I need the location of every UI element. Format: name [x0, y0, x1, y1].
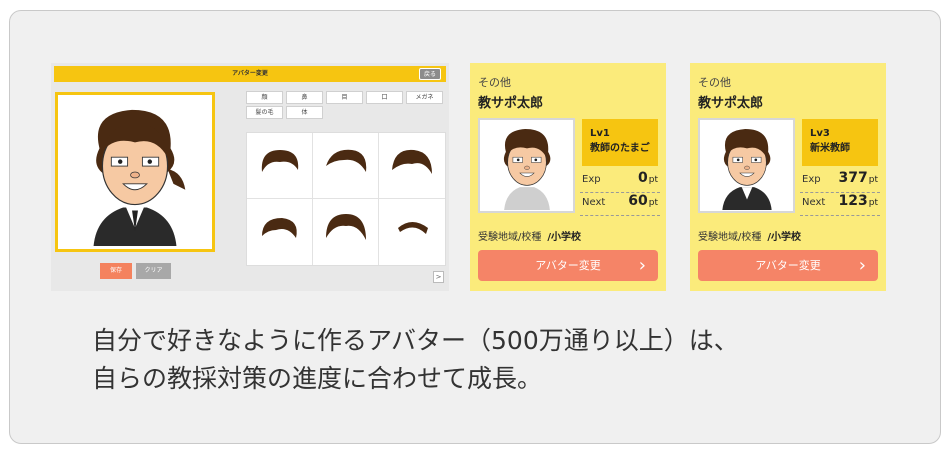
profile-category: その他: [478, 76, 511, 89]
avatar-casual-image: [503, 129, 551, 210]
exp-value: 377: [838, 170, 868, 186]
hair-grid-next-button[interactable]: >: [433, 271, 444, 283]
hair-style-icon: [398, 222, 428, 234]
change-avatar-label: アバター変更: [755, 259, 821, 272]
exp-stat: Exp 0pt: [580, 169, 660, 191]
avatar-preview: [55, 92, 215, 252]
clear-button[interactable]: クリア: [136, 263, 171, 279]
hair-option[interactable]: [247, 199, 313, 265]
chevron-right-icon: ›: [638, 255, 646, 276]
region-value: /小学校: [767, 232, 802, 243]
hair-option[interactable]: [247, 133, 313, 199]
region-info: 受験地域/校種/小学校: [698, 228, 801, 243]
caption-line-1: 自分で好きなように作るアバター（500万通り以上）は、: [92, 326, 739, 355]
next-stat: Next 123pt: [800, 192, 880, 214]
tab-hair[interactable]: 髪の毛: [246, 106, 283, 119]
exp-unit: pt: [648, 175, 658, 185]
hair-style-icon: [262, 218, 297, 238]
profile-name: 教サポ太郎: [478, 96, 544, 111]
next-label: Next: [802, 197, 826, 208]
hair-style-icon: [326, 149, 367, 172]
tab-glasses[interactable]: メガネ: [406, 91, 443, 104]
region-label: 受験地域/校種: [478, 232, 542, 243]
hair-style-icon: [326, 214, 366, 240]
next-value: 123: [838, 193, 868, 209]
hair-option[interactable]: [379, 133, 445, 199]
stat-divider: [800, 215, 880, 216]
profile-card-lv3: その他 教サポ太郎 Lv3 新米教師 Exp 377pt Next 123pt …: [690, 63, 886, 291]
level-label: Lv3: [810, 128, 830, 139]
tab-nose[interactable]: 鼻: [286, 91, 323, 104]
save-button[interactable]: 保存: [100, 263, 132, 279]
hair-style-icon: [261, 150, 299, 172]
tab-eyes[interactable]: 目: [326, 91, 363, 104]
change-avatar-button[interactable]: アバター変更 ›: [698, 250, 878, 281]
profile-card-lv1: その他 教サポ太郎 Lv1 教師のたまご Exp 0pt Next 60pt 受…: [470, 63, 666, 291]
level-label: Lv1: [590, 128, 610, 139]
change-avatar-button[interactable]: アバター変更 ›: [478, 250, 658, 281]
avatar-suit-image: [722, 129, 772, 210]
next-unit: pt: [648, 198, 658, 208]
back-button[interactable]: 戻る: [418, 68, 441, 80]
profile-category: その他: [698, 76, 731, 89]
hair-option[interactable]: [313, 133, 379, 199]
profile-avatar: [698, 118, 795, 213]
avatar-suit-image: [93, 109, 186, 246]
tab-mouth[interactable]: 口: [366, 91, 403, 104]
exp-label: Exp: [582, 174, 601, 185]
caption-line-2: 自らの教採対策の進度に合わせて成長。: [92, 364, 543, 393]
next-unit: pt: [868, 198, 878, 208]
region-info: 受験地域/校種/小学校: [478, 228, 581, 243]
next-value: 60: [628, 193, 648, 209]
chevron-right-icon: ›: [858, 255, 866, 276]
hair-style-icon: [392, 149, 432, 174]
region-value: /小学校: [547, 232, 582, 243]
editor-title: アバター変更: [232, 70, 268, 77]
hair-options-grid: [246, 132, 446, 266]
exp-unit: pt: [868, 175, 878, 185]
level-title: 教師のたまご: [590, 143, 650, 154]
exp-label: Exp: [802, 174, 821, 185]
level-title: 新米教師: [810, 143, 850, 154]
exp-stat: Exp 377pt: [800, 169, 880, 191]
tab-body[interactable]: 体: [286, 106, 323, 119]
feature-caption: 自分で好きなように作るアバター（500万通り以上）は、 自らの教採対策の進度に合…: [92, 322, 739, 398]
level-badge: Lv3 新米教師: [802, 119, 878, 166]
profile-avatar: [478, 118, 575, 213]
stat-divider: [580, 215, 660, 216]
editor-header: アバター変更 戻る: [54, 66, 446, 82]
profile-name: 教サポ太郎: [698, 96, 764, 111]
exp-value: 0: [638, 170, 648, 186]
tab-face[interactable]: 顔: [246, 91, 283, 104]
next-stat: Next 60pt: [580, 192, 660, 214]
hair-option[interactable]: [379, 199, 445, 265]
avatar-editor-panel: アバター変更 戻る 保存 クリア 顔 鼻 目 口 メガネ 髪の毛 体: [51, 63, 449, 291]
change-avatar-label: アバター変更: [535, 259, 601, 272]
region-label: 受験地域/校種: [698, 232, 762, 243]
level-badge: Lv1 教師のたまご: [582, 119, 658, 166]
hair-option[interactable]: [313, 199, 379, 265]
next-label: Next: [582, 197, 606, 208]
